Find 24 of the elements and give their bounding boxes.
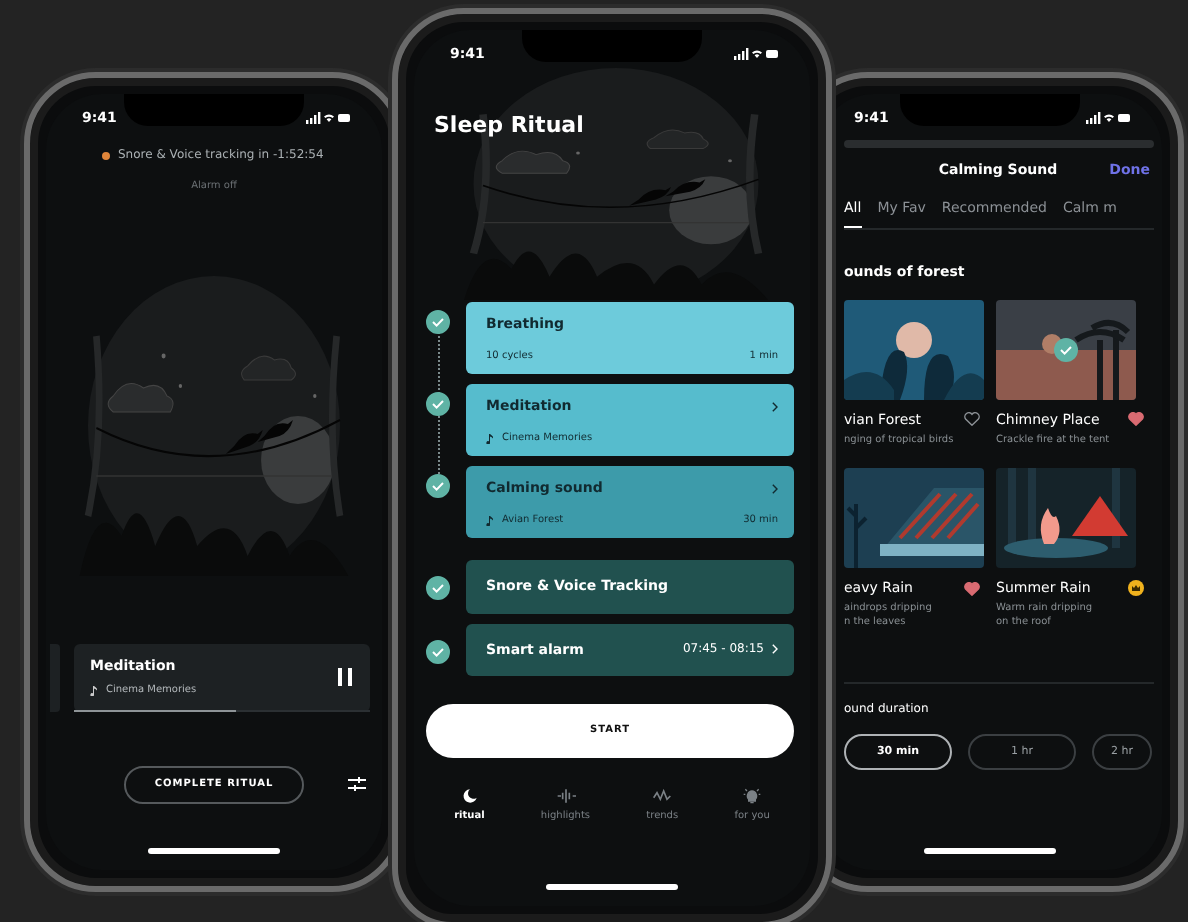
sound-wave-icon — [555, 786, 576, 806]
chevron-right-icon — [772, 483, 778, 494]
sound-artwork[interactable] — [844, 467, 984, 568]
status-icons — [734, 48, 778, 60]
pause-button[interactable] — [338, 668, 354, 686]
sound-artwork[interactable] — [844, 299, 984, 399]
sound-artwork[interactable] — [996, 299, 1136, 399]
sliders-icon[interactable] — [348, 776, 366, 793]
chevron-right-icon — [772, 644, 778, 655]
light-bulb-icon — [742, 786, 763, 806]
music-note-icon — [486, 433, 494, 444]
moon-icon — [459, 786, 480, 806]
screen-title: Sleep Ritual — [432, 110, 584, 142]
status-icons — [306, 112, 350, 124]
heart-icon[interactable] — [964, 581, 980, 595]
status-dot — [102, 151, 110, 159]
chevron-right-icon — [772, 401, 778, 412]
sound-artwork[interactable] — [996, 467, 1136, 568]
music-note-icon — [90, 686, 98, 697]
heart-icon[interactable] — [1128, 412, 1144, 427]
status-icons — [1086, 112, 1130, 124]
music-note-icon — [486, 515, 494, 526]
heart-icon[interactable] — [964, 412, 980, 427]
pulse-icon — [652, 786, 673, 806]
